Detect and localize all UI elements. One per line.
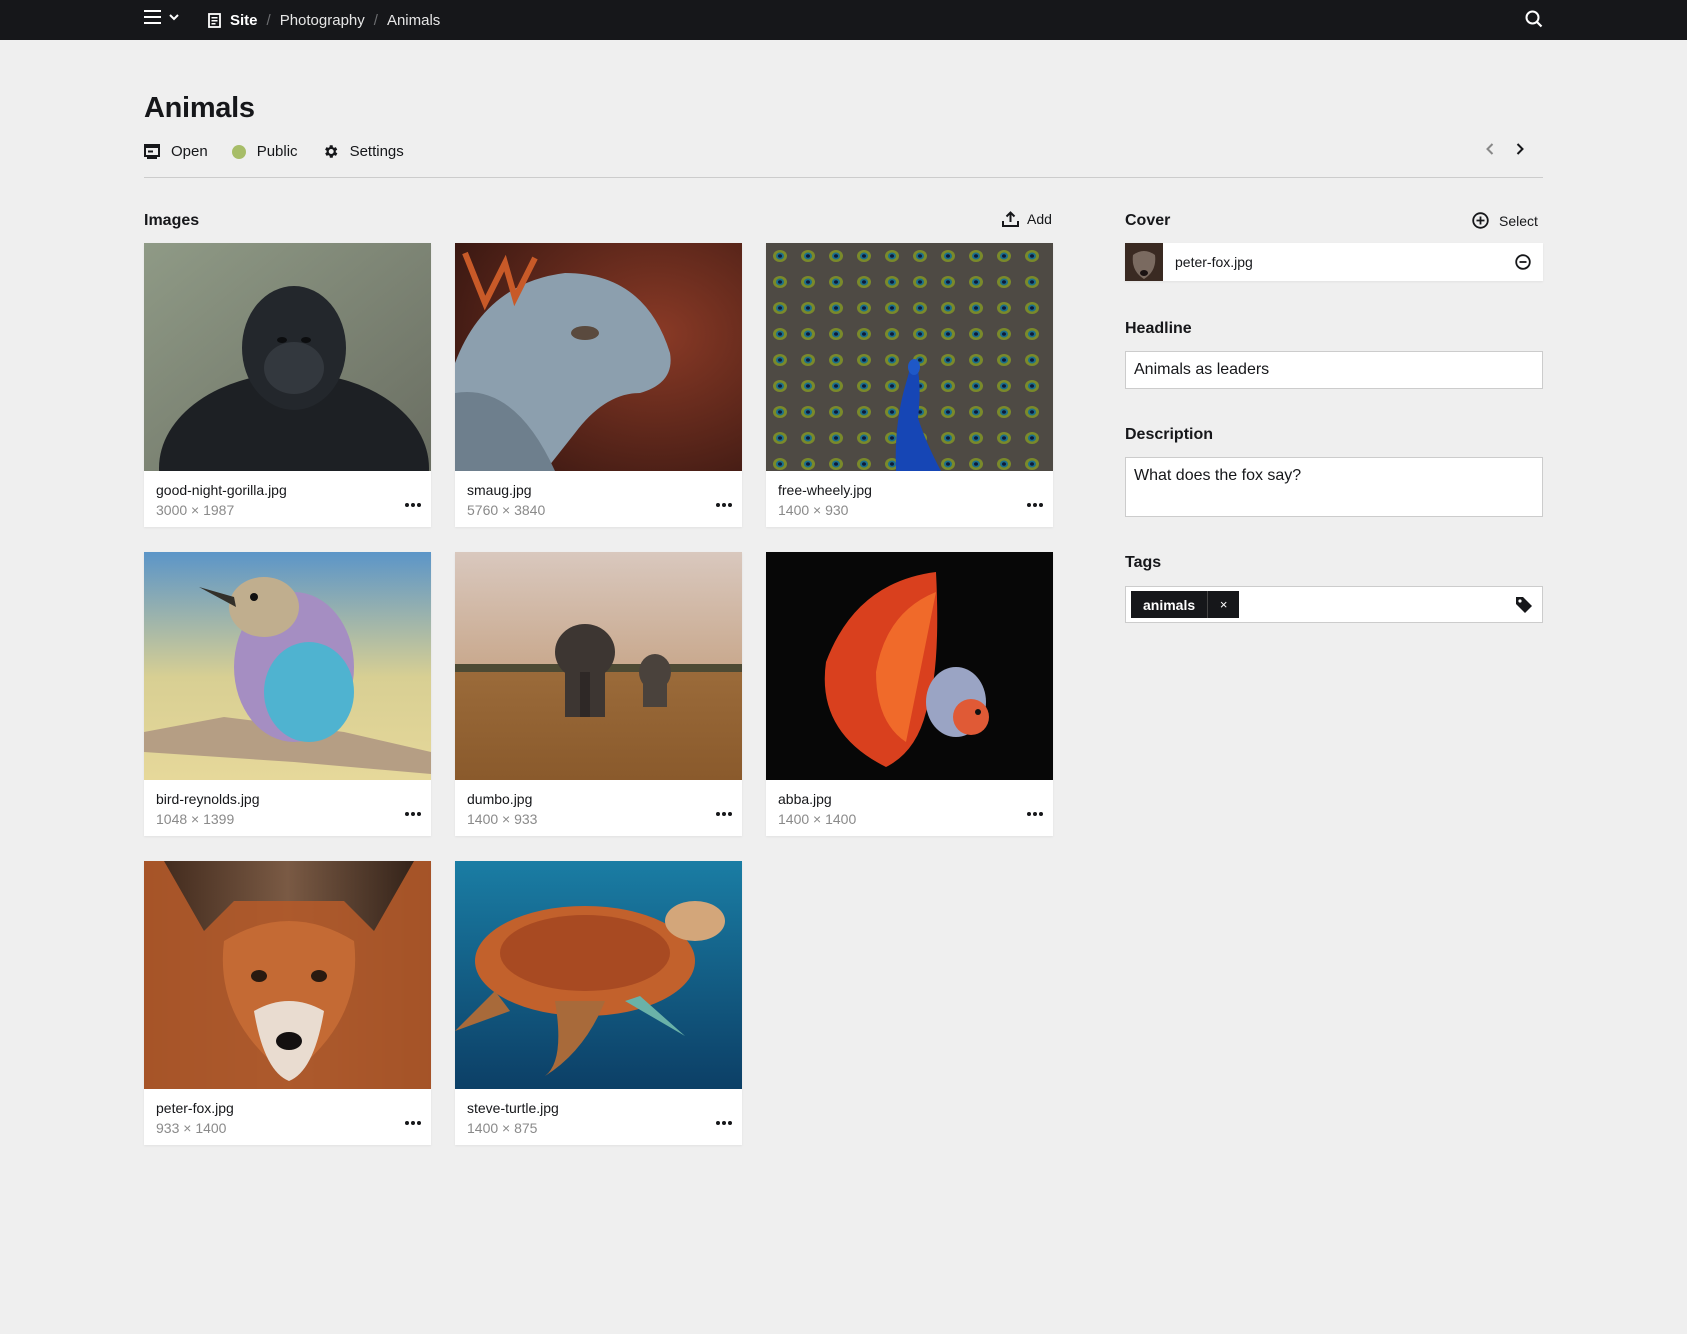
image-dimensions: 1048 × 1399 bbox=[156, 811, 235, 827]
image-filename: smaug.jpg bbox=[467, 482, 532, 498]
image-options-button[interactable] bbox=[716, 812, 732, 816]
tag-item[interactable]: animals × bbox=[1131, 591, 1240, 618]
remove-circle-icon bbox=[1515, 254, 1531, 270]
image-options-button[interactable] bbox=[1027, 812, 1043, 816]
image-dimensions: 1400 × 930 bbox=[778, 502, 849, 518]
image-card[interactable]: steve-turtle.jpg 1400 × 875 bbox=[455, 861, 742, 1145]
add-circle-icon bbox=[1472, 212, 1489, 229]
image-filename: bird-reynolds.jpg bbox=[156, 791, 260, 807]
chevron-left-icon bbox=[1486, 143, 1494, 155]
image-card[interactable]: smaug.jpg 5760 × 3840 bbox=[455, 243, 742, 527]
image-thumbnail-bird[interactable] bbox=[144, 552, 431, 780]
settings-label: Settings bbox=[349, 143, 404, 160]
breadcrumb-site[interactable]: Site bbox=[208, 12, 258, 29]
image-thumbnail-gorilla[interactable] bbox=[144, 243, 431, 471]
image-filename: free-wheely.jpg bbox=[778, 482, 872, 498]
gear-icon bbox=[324, 145, 337, 158]
status-button[interactable]: Public bbox=[231, 143, 298, 160]
breadcrumb-animals[interactable]: Animals bbox=[387, 12, 440, 29]
open-button-label: Open bbox=[171, 143, 208, 160]
image-thumbnail-fox[interactable] bbox=[144, 861, 431, 1089]
status-label: Public bbox=[256, 143, 298, 160]
header-divider bbox=[144, 177, 1543, 178]
remove-cover-button[interactable] bbox=[1515, 254, 1531, 270]
cover-filename: peter-fox.jpg bbox=[1175, 254, 1253, 270]
settings-button[interactable]: Settings bbox=[322, 143, 404, 160]
image-dimensions: 5760 × 3840 bbox=[467, 502, 546, 518]
breadcrumb-site-label: Site bbox=[230, 11, 258, 29]
next-page-button[interactable] bbox=[1516, 143, 1524, 155]
image-thumbnail-turtle[interactable] bbox=[455, 861, 742, 1089]
image-options-button[interactable] bbox=[405, 503, 421, 507]
tags-label: Tags bbox=[1125, 554, 1162, 571]
image-options-button[interactable] bbox=[405, 812, 421, 816]
image-thumbnail-iguana[interactable] bbox=[455, 243, 742, 471]
image-options-button[interactable] bbox=[1027, 503, 1043, 507]
upload-icon bbox=[1002, 211, 1019, 227]
image-thumbnail-fish[interactable] bbox=[766, 552, 1053, 780]
prev-page-button[interactable] bbox=[1486, 143, 1494, 155]
image-card[interactable]: good-night-gorilla.jpg 3000 × 1987 bbox=[144, 243, 431, 527]
cover-label: Cover bbox=[1125, 212, 1171, 229]
select-cover-label: Select bbox=[1499, 212, 1538, 229]
cover-item[interactable]: peter-fox.jpg bbox=[1125, 243, 1543, 281]
tag-icon bbox=[1515, 596, 1533, 614]
description-label: Description bbox=[1125, 426, 1214, 443]
header-actions: Open Public Settings bbox=[144, 143, 428, 160]
image-filename: abba.jpg bbox=[778, 791, 832, 807]
preview-icon bbox=[144, 143, 160, 159]
tag-label: animals bbox=[1143, 596, 1196, 613]
breadcrumb-separator: / bbox=[266, 11, 271, 29]
image-card[interactable]: abba.jpg 1400 × 1400 bbox=[766, 552, 1053, 836]
image-card[interactable]: free-wheely.jpg 1400 × 930 bbox=[766, 243, 1053, 527]
image-filename: dumbo.jpg bbox=[467, 791, 533, 807]
tag-remove-button[interactable]: × bbox=[1207, 591, 1239, 618]
breadcrumb-photography[interactable]: Photography bbox=[280, 12, 365, 29]
description-textarea[interactable]: What does the fox say? bbox=[1125, 457, 1543, 517]
select-cover-button[interactable]: Select bbox=[1472, 212, 1538, 229]
page-icon bbox=[208, 12, 221, 28]
breadcrumb: Site / Photography / Animals bbox=[208, 0, 440, 40]
image-filename: peter-fox.jpg bbox=[156, 1100, 234, 1116]
breadcrumb-separator: / bbox=[373, 11, 378, 29]
image-card[interactable]: bird-reynolds.jpg 1048 × 1399 bbox=[144, 552, 431, 836]
image-dimensions: 3000 × 1987 bbox=[156, 502, 235, 518]
image-dimensions: 1400 × 875 bbox=[467, 1120, 538, 1136]
top-bar: Site / Photography / Animals bbox=[0, 0, 1687, 40]
tags-input[interactable]: animals × bbox=[1125, 586, 1543, 623]
search-button[interactable] bbox=[1525, 10, 1543, 33]
image-dimensions: 1400 × 933 bbox=[467, 811, 538, 827]
image-filename: steve-turtle.jpg bbox=[467, 1100, 559, 1116]
image-thumbnail-elephant[interactable] bbox=[455, 552, 742, 780]
open-button[interactable]: Open bbox=[144, 143, 208, 160]
page-navigation bbox=[1486, 143, 1524, 155]
image-dimensions: 1400 × 1400 bbox=[778, 811, 857, 827]
image-card[interactable]: peter-fox.jpg 933 × 1400 bbox=[144, 861, 431, 1145]
images-section-label: Images bbox=[144, 212, 200, 229]
image-options-button[interactable] bbox=[716, 1121, 732, 1125]
headline-label: Headline bbox=[1125, 320, 1192, 337]
menu-button[interactable] bbox=[144, 10, 179, 24]
image-thumbnail-peacock[interactable] bbox=[766, 243, 1053, 471]
chevron-right-icon bbox=[1516, 143, 1524, 155]
image-filename: good-night-gorilla.jpg bbox=[156, 482, 287, 498]
image-options-button[interactable] bbox=[405, 1121, 421, 1125]
image-dimensions: 933 × 1400 bbox=[156, 1120, 227, 1136]
headline-input[interactable]: Animals as leaders bbox=[1125, 351, 1543, 389]
page-title: Animals bbox=[144, 92, 255, 124]
add-image-button[interactable]: Add bbox=[1002, 211, 1052, 227]
cover-thumbnail bbox=[1125, 243, 1163, 281]
chevron-down-icon bbox=[169, 13, 179, 20]
image-card[interactable]: dumbo.jpg 1400 × 933 bbox=[455, 552, 742, 836]
search-icon bbox=[1525, 10, 1543, 28]
image-options-button[interactable] bbox=[716, 503, 732, 507]
hamburger-icon bbox=[144, 10, 161, 24]
status-dot-icon bbox=[231, 144, 246, 159]
add-image-label: Add bbox=[1027, 211, 1052, 227]
